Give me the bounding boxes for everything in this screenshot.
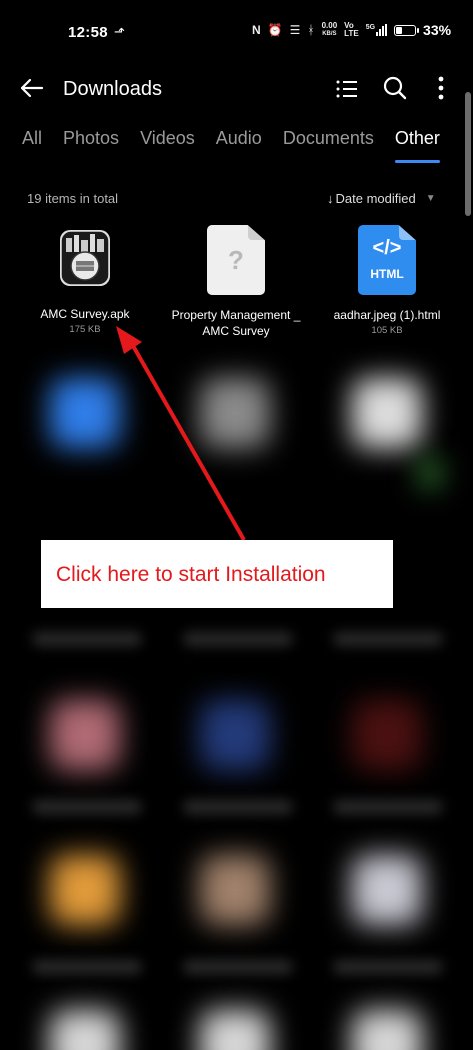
sort-button[interactable]: ↓ Date modified ▼ xyxy=(327,191,436,206)
more-options-icon[interactable] xyxy=(430,74,452,102)
tab-other[interactable]: Other xyxy=(394,128,440,163)
file-item-unknown[interactable]: ? Property Management _ AMC Survey xyxy=(161,225,311,339)
signal-tag: 5G xyxy=(365,24,376,31)
status-time: 12:58 xyxy=(68,24,108,41)
bluetooth-icon: ᚼ xyxy=(307,23,315,37)
blurred-label xyxy=(333,632,443,646)
annotation-text: Click here to start Installation xyxy=(56,563,326,586)
page-title: Downloads xyxy=(63,78,162,100)
back-arrow-icon[interactable] xyxy=(18,74,46,102)
file-item-html[interactable]: </> HTML aadhar.jpeg (1).html 105 KB xyxy=(312,225,462,336)
file-icon-wrapper: </> HTML xyxy=(357,225,417,297)
status-bar: 12:58 ⬏ N ⏰ ☰ ᚼ 0.00 KB/S Vo LTE 5G 33% xyxy=(0,0,473,64)
network-speed: 0.00 KB/S xyxy=(322,22,338,38)
alarm-icon: ⏰ xyxy=(267,23,283,37)
item-count: 19 items in total xyxy=(27,191,119,206)
battery-icon xyxy=(394,24,420,36)
blurred-label xyxy=(32,800,142,814)
tab-documents[interactable]: Documents xyxy=(283,128,374,149)
vibrate-icon: ☰ xyxy=(289,23,301,37)
blurred-label xyxy=(183,632,293,646)
blurred-item xyxy=(352,1010,422,1050)
network-speed-value: 0.00 xyxy=(321,21,338,30)
blurred-item xyxy=(50,700,120,770)
blurred-label xyxy=(32,960,142,974)
notification-icon: ⬏ xyxy=(114,24,125,39)
html-icon-code: </> xyxy=(372,237,402,259)
file-name: aadhar.jpeg (1).html xyxy=(333,308,441,322)
battery-percent: 33% xyxy=(423,22,452,38)
blurred-item xyxy=(352,700,422,770)
search-icon[interactable] xyxy=(382,75,408,101)
tab-audio[interactable]: Audio xyxy=(216,128,262,149)
battery-fill xyxy=(396,26,402,34)
blurred-label xyxy=(183,960,293,974)
file-name: Property Management _ AMC Survey xyxy=(171,308,301,338)
blurred-item xyxy=(200,1010,270,1050)
blurred-item xyxy=(200,700,270,770)
sort-label: Date modified xyxy=(335,191,416,206)
blurred-item xyxy=(200,855,270,925)
list-view-icon[interactable] xyxy=(334,76,360,102)
sort-arrow-icon: ↓ xyxy=(327,191,334,206)
chevron-down-icon: ▼ xyxy=(425,193,436,204)
file-name: AMC Survey.apk xyxy=(40,307,130,321)
category-tabs: All Photos Videos Audio Documents Other xyxy=(22,128,440,163)
html-icon-label: HTML xyxy=(370,267,404,281)
blurred-label xyxy=(183,800,293,814)
tab-photos[interactable]: Photos xyxy=(63,128,119,149)
scrollbar[interactable] xyxy=(465,92,471,216)
signal-icon: 5G xyxy=(365,24,388,36)
blurred-label xyxy=(333,960,443,974)
nfc-icon: N xyxy=(252,23,261,37)
apk-icon xyxy=(60,230,110,286)
blurred-item xyxy=(352,855,422,925)
blurred-label xyxy=(333,800,443,814)
html-file-icon: </> HTML xyxy=(358,225,416,295)
file-icon-wrapper xyxy=(55,222,115,294)
blurred-item xyxy=(200,378,270,448)
blurred-label xyxy=(32,632,142,646)
volte-bottom: LTE xyxy=(344,29,359,38)
blurred-item xyxy=(420,458,440,488)
tab-videos[interactable]: Videos xyxy=(140,128,195,149)
network-speed-unit: KB/S xyxy=(322,31,337,37)
file-size: 105 KB xyxy=(371,325,403,336)
blurred-item xyxy=(50,1010,120,1050)
unknown-file-icon: ? xyxy=(207,225,265,295)
blurred-item xyxy=(352,378,422,448)
annotation-callout: Click here to start Installation xyxy=(41,540,393,608)
file-icon-wrapper: ? xyxy=(206,225,266,297)
tab-all[interactable]: All xyxy=(22,128,42,149)
blurred-item xyxy=(50,378,120,448)
file-item-apk[interactable]: AMC Survey.apk 175 KB xyxy=(10,222,160,335)
volte-indicator: Vo LTE xyxy=(344,22,359,38)
blurred-item xyxy=(50,855,120,925)
status-icons: N ⏰ ☰ ᚼ 0.00 KB/S Vo LTE 5G 33% xyxy=(252,22,452,39)
app-bar: Downloads xyxy=(0,66,473,114)
file-size: 175 KB xyxy=(69,324,101,335)
